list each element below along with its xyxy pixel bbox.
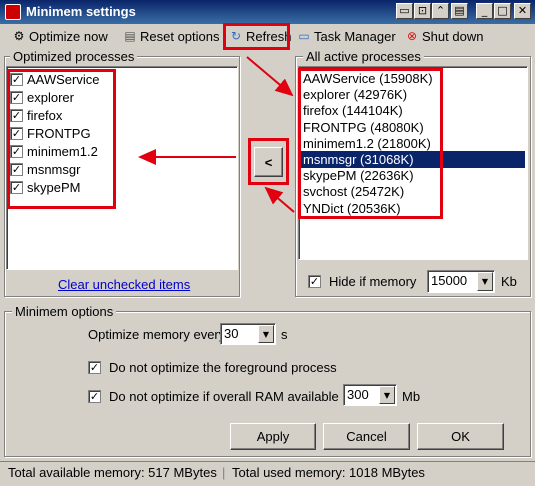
pin-icon[interactable]: ⊡ [414, 3, 431, 19]
foreground-process-checkbox[interactable]: ✓ Do not optimize the foreground process [88, 359, 337, 376]
chevron-down-icon[interactable]: ▼ [258, 325, 274, 343]
ram-threshold-value: 300 [347, 387, 369, 402]
close-icon[interactable]: ✕ [514, 3, 531, 19]
cancel-button[interactable]: Cancel [323, 423, 410, 450]
foreground-process-label: Do not optimize the foreground process [109, 360, 337, 375]
minimem-options-label: Minimem options [12, 304, 117, 319]
ok-button[interactable]: OK [417, 423, 504, 450]
hide-if-memory-label: Hide if memory [329, 274, 417, 289]
refresh-highlight-box [223, 23, 290, 50]
checkmark-icon: ✓ [88, 361, 101, 374]
hide-threshold-unit: Kb [501, 274, 517, 289]
task-manager-button[interactable]: ▭ Task Manager [295, 26, 398, 46]
checkmark-icon: ✓ [88, 390, 101, 403]
clear-unchecked-link[interactable]: Clear unchecked items [58, 277, 190, 292]
reset-options-button[interactable]: ▤ Reset options [121, 26, 222, 46]
optimize-interval-combo[interactable]: 30 ▼ [220, 323, 276, 345]
window-icon[interactable]: ▤ [451, 3, 468, 19]
hide-threshold-combo[interactable]: 15000 ▼ [427, 270, 495, 293]
power-icon: ⊗ [406, 29, 418, 43]
maximize-icon[interactable]: □ [494, 3, 511, 19]
apply-button[interactable]: Apply [230, 423, 316, 450]
used-memory-status: Total used memory: 1018 MBytes [232, 465, 425, 480]
title-bar[interactable]: Minimem settings ▭ ⊡ ⌃ ▤ _ □ ✕ [0, 0, 535, 24]
optimize-every-label: Optimize memory every [88, 327, 226, 342]
active-processes-label: All active processes [303, 49, 424, 64]
window-title: Minimem settings [26, 4, 136, 19]
shut-down-button[interactable]: ⊗ Shut down [403, 26, 485, 46]
optimize-now-button[interactable]: ⚙ Optimize now [10, 26, 110, 46]
chevron-down-icon[interactable]: ▼ [379, 386, 395, 404]
optimize-interval-unit: s [281, 327, 288, 342]
optimized-list-highlight-box [7, 69, 116, 209]
ram-threshold-unit: Mb [402, 389, 421, 404]
ram-available-checkbox[interactable]: ✓ Do not optimize if overall RAM availab… [88, 388, 350, 405]
add-to-optimized-button[interactable]: < [254, 147, 283, 177]
optimize-now-label: Optimize now [29, 28, 108, 44]
gear-icon: ⚙ [13, 29, 25, 43]
status-divider: | [222, 465, 226, 480]
hide-threshold-value: 15000 [431, 273, 468, 288]
hide-if-memory-checkbox[interactable]: ✓ Hide if memory [308, 273, 416, 290]
chevron-down-icon[interactable]: ▼ [477, 272, 493, 291]
checkmark-icon: ✓ [308, 275, 321, 288]
task-manager-label: Task Manager [314, 28, 396, 44]
arrow-active-to-button [264, 186, 295, 213]
tray-icon[interactable]: ▭ [396, 3, 413, 19]
active-list-highlight-box [298, 68, 443, 219]
ram-available-label: Do not optimize if overall RAM available… [109, 389, 350, 404]
optimize-interval-value: 30 [224, 326, 239, 341]
monitor-icon: ▭ [298, 29, 310, 43]
rollup-icon[interactable]: ⌃ [432, 3, 449, 19]
shut-down-label: Shut down [422, 28, 484, 44]
document-icon: ▤ [124, 29, 136, 43]
app-icon [5, 4, 21, 20]
reset-options-label: Reset options [140, 28, 220, 44]
minimize-icon[interactable]: _ [476, 3, 493, 19]
status-bar: Total available memory: 517 MBytes | Tot… [0, 461, 535, 486]
available-memory-status: Total available memory: 517 MBytes [8, 465, 217, 480]
optimized-processes-label: Optimized processes [10, 49, 138, 64]
arrow-refresh-to-active [246, 56, 294, 97]
ram-threshold-combo[interactable]: 300 ▼ [343, 384, 397, 406]
